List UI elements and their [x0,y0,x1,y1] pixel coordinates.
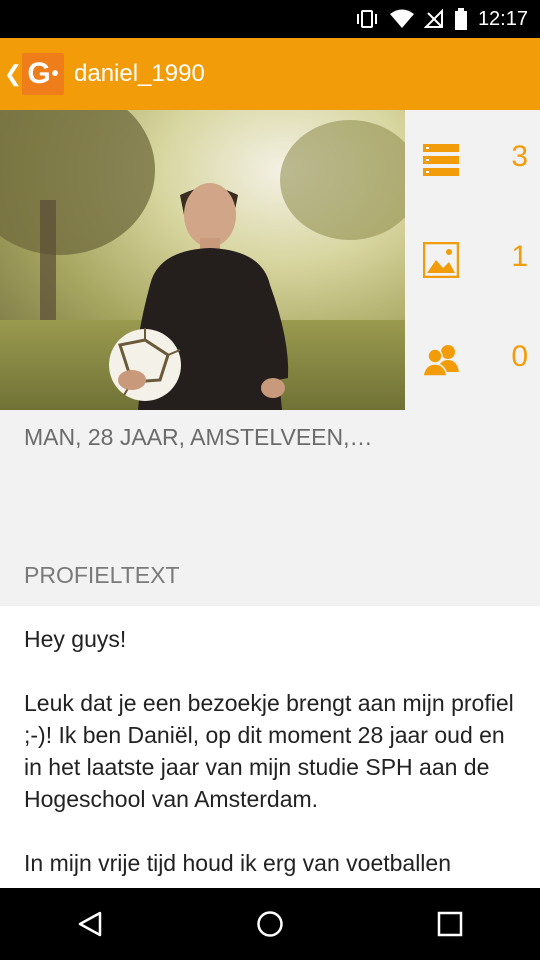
stat-posts[interactable]: 3 [405,110,540,210]
app-logo[interactable]: G • [22,53,64,95]
image-icon [423,242,459,278]
profile-meta: MAN, 28 JAAR, AMSTELVEEN,… [24,424,373,450]
app-bar: ❮ G • daniel_1990 [0,38,540,110]
profile-paragraph: Leuk dat je een bezoekje brengt aan mijn… [24,690,514,812]
recents-square-icon [437,911,463,937]
logo-letter: G [27,57,51,90]
recents-button[interactable] [420,894,480,954]
people-icon [423,345,459,377]
logo-dot: • [51,62,59,85]
home-circle-icon [257,911,283,937]
status-time: 12:17 [477,7,528,30]
status-bar: 12:17 [0,0,540,38]
stat-photos[interactable]: 1 [405,210,540,310]
back-triangle-icon [78,911,102,937]
navigation-bar [0,888,540,960]
battery-icon [454,8,467,30]
back-button[interactable] [60,894,120,954]
wifi-icon [389,9,414,28]
vibrate-icon [356,10,377,28]
profile-username: daniel_1990 [74,60,205,87]
profile-paragraph: In mijn vrije tijd houd ik erg van voetb… [24,850,452,876]
profile-text-heading: PROFIELTEXT [24,562,180,588]
profile-text-card: Hey guys! Leuk dat je een bezoekje breng… [0,606,540,888]
no-signal-icon [423,9,443,28]
home-button[interactable] [240,894,300,954]
stat-posts-count: 3 [511,140,528,173]
profile-greeting: Hey guys! [24,626,127,652]
stat-friends-count: 0 [511,340,528,373]
stat-photos-count: 1 [511,240,528,273]
list-icon [423,144,459,176]
profile-photo[interactable] [0,110,405,410]
stat-friends[interactable]: 0 [405,310,540,410]
profile-stats: 3 1 0 [405,110,540,410]
back-chevron-icon[interactable]: ❮ [2,38,24,110]
